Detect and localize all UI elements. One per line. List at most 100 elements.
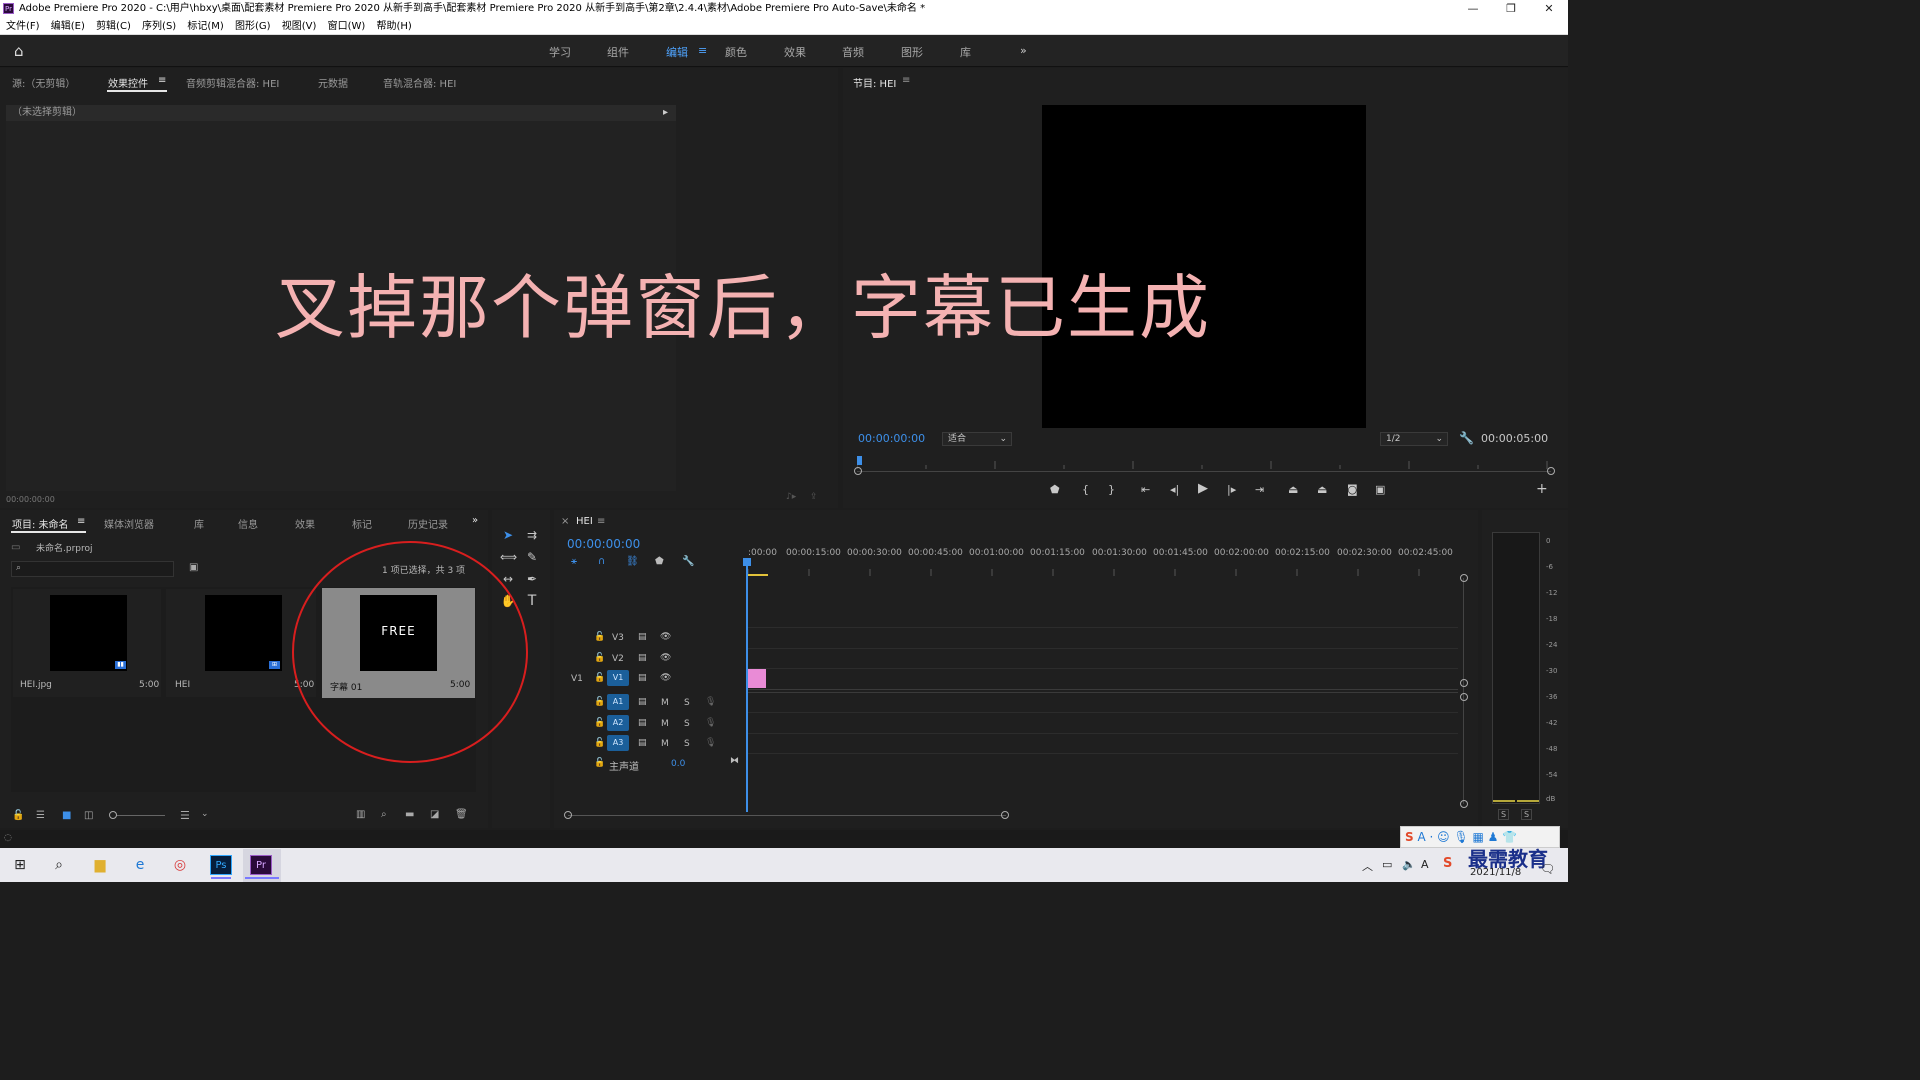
menu-window[interactable]: 窗口(W) — [328, 18, 366, 35]
timeline-settings-icon[interactable]: 🔧 — [682, 556, 694, 567]
vertical-scrollbar[interactable] — [1463, 578, 1464, 804]
tab-info[interactable]: 信息 — [238, 516, 258, 531]
tab-audio-clip-mixer[interactable]: 音频剪辑混合器: HEI — [186, 75, 279, 90]
mute-button[interactable]: M — [661, 698, 669, 708]
tab-audio-track-mixer[interactable]: 音轨混合器: HEI — [383, 75, 456, 90]
close-button[interactable]: ✕ — [1534, 0, 1564, 18]
step-back-icon[interactable]: ◂| — [1170, 483, 1179, 496]
timeline-timecode[interactable]: 00:00:00:00 — [567, 537, 640, 551]
minimize-button[interactable]: — — [1458, 0, 1488, 18]
snap-magnet-icon[interactable]: ∩ — [598, 556, 605, 567]
app-icon[interactable]: ◎ — [170, 855, 190, 875]
mark-out-icon[interactable]: } — [1108, 483, 1115, 496]
resolution-dropdown[interactable]: 1/2 ⌄ — [1380, 432, 1448, 446]
add-marker-icon[interactable]: ⬟ — [655, 556, 664, 567]
lock-track-icon[interactable]: 🔓 — [594, 718, 605, 728]
program-menu-icon[interactable]: ≡ — [902, 75, 910, 86]
scroll-handle[interactable] — [1460, 574, 1468, 582]
workspace-libraries[interactable]: 库 — [960, 44, 971, 60]
menu-sequence[interactable]: 序列(S) — [142, 18, 176, 35]
automate-to-sequence-icon[interactable]: ▥ — [356, 809, 365, 820]
windows-start-icon[interactable]: ⊞ — [10, 855, 30, 875]
eye-icon[interactable]: 👁 — [660, 632, 671, 642]
trash-icon[interactable]: 🗑 — [455, 809, 468, 820]
new-item-icon[interactable]: ◪ — [430, 809, 439, 820]
wrench-icon[interactable]: 🔧 — [1459, 431, 1474, 445]
zoom-handle-left[interactable] — [564, 811, 572, 819]
workspace-effects[interactable]: 效果 — [784, 44, 806, 60]
export-frame-icon[interactable]: ⇪ — [810, 492, 818, 502]
track-target-v1[interactable]: V1 — [607, 670, 629, 686]
sync-lock-icon[interactable]: ▤ — [638, 632, 647, 642]
solo-button[interactable]: S — [684, 698, 690, 708]
eye-icon[interactable]: 👁 — [660, 653, 671, 663]
restore-button[interactable]: ❐ — [1496, 0, 1526, 18]
workspace-menu-icon[interactable]: ≡ — [698, 44, 707, 57]
effect-controls-menu-icon[interactable]: ≡ — [158, 75, 166, 86]
playhead-handle[interactable] — [743, 558, 751, 566]
track-target-a1[interactable]: A1 — [607, 694, 629, 710]
mic-icon[interactable]: 🎙 — [705, 718, 716, 728]
project-search-field[interactable]: ⌕ — [11, 561, 174, 577]
program-mini-ruler[interactable] — [856, 454, 1549, 469]
menu-file[interactable]: 文件(F) — [6, 18, 40, 35]
sync-lock-icon[interactable]: ▤ — [638, 738, 647, 748]
track-target-a2[interactable]: A2 — [607, 715, 629, 731]
go-to-in-icon[interactable]: ⇤ — [1141, 483, 1150, 496]
scroll-handle[interactable] — [1460, 693, 1468, 701]
tab-project[interactable]: 项目: 未命名 — [12, 516, 69, 531]
lock-track-icon[interactable]: 🔓 — [594, 632, 605, 642]
eye-icon[interactable]: 👁 — [660, 673, 671, 683]
lock-track-icon[interactable]: 🔓 — [594, 758, 605, 768]
go-to-out-icon[interactable]: ⇥ — [1255, 483, 1264, 496]
lift-icon[interactable]: ⏏ — [1288, 483, 1298, 496]
zoom-handle-right[interactable] — [1001, 811, 1009, 819]
network-icon[interactable]: ▭ — [1382, 858, 1392, 871]
icon-view-icon[interactable]: ■ — [62, 810, 71, 821]
sequence-menu-icon[interactable]: ≡ — [597, 516, 605, 527]
zoom-handle-left[interactable] — [854, 467, 862, 475]
search-icon[interactable]: ⌕ — [49, 855, 69, 875]
search-input[interactable] — [30, 563, 170, 575]
lock-track-icon[interactable]: 🔓 — [594, 738, 605, 748]
extract-icon[interactable]: ⏏ — [1317, 483, 1327, 496]
volume-icon[interactable]: 🔈 — [1402, 858, 1416, 871]
mute-button[interactable]: M — [661, 739, 669, 749]
mic-icon[interactable]: 🎙 — [705, 738, 716, 748]
track-label-v3[interactable]: V3 — [612, 633, 624, 643]
find-icon[interactable]: ⌕ — [381, 809, 387, 820]
mark-in-icon[interactable]: { — [1082, 483, 1089, 496]
zoom-slider[interactable] — [112, 815, 165, 816]
lock-track-icon[interactable]: 🔓 — [594, 673, 605, 683]
home-icon[interactable]: ⌂ — [14, 43, 32, 59]
chevron-down-icon[interactable]: ⌄ — [201, 809, 209, 819]
program-zoom-bar[interactable] — [857, 471, 1551, 472]
track-label-v2[interactable]: V2 — [612, 654, 624, 664]
timeline-ruler[interactable] — [747, 561, 1458, 576]
workspace-editing[interactable]: 编辑 — [666, 44, 688, 60]
horizontal-zoom-bar[interactable] — [568, 815, 1006, 816]
photoshop-taskbar-icon[interactable]: Ps — [210, 855, 232, 875]
tab-libraries[interactable]: 库 — [194, 516, 204, 531]
sync-lock-icon[interactable]: ▤ — [638, 653, 647, 663]
mute-button[interactable]: M — [661, 719, 669, 729]
solo-button[interactable]: S — [684, 719, 690, 729]
scroll-handle[interactable] — [1460, 679, 1468, 687]
source-patch-v1[interactable]: V1 — [571, 674, 583, 684]
workspace-color[interactable]: 颜色 — [725, 44, 747, 60]
track-target-a3[interactable]: A3 — [607, 735, 629, 751]
mic-icon[interactable]: 🎙 — [705, 697, 716, 707]
workspace-graphics[interactable]: 图形 — [901, 44, 923, 60]
close-sequence-icon[interactable]: × — [561, 516, 569, 527]
workspace-audio[interactable]: 音频 — [842, 44, 864, 60]
workspace-assembly[interactable]: 组件 — [607, 44, 629, 60]
menu-graphics[interactable]: 图形(G) — [235, 18, 271, 35]
tray-chevron-icon[interactable]: ︿ — [1362, 858, 1373, 874]
master-volume-value[interactable]: 0.0 — [671, 759, 685, 769]
expand-arrow-icon[interactable]: ▸ — [663, 105, 668, 121]
workspace-learn[interactable]: 学习 — [549, 44, 571, 60]
nest-icon[interactable]: ⚹ — [571, 556, 577, 567]
menu-view[interactable]: 视图(V) — [282, 18, 317, 35]
scroll-handle[interactable] — [1460, 800, 1468, 808]
zoom-handle-right[interactable] — [1547, 467, 1555, 475]
